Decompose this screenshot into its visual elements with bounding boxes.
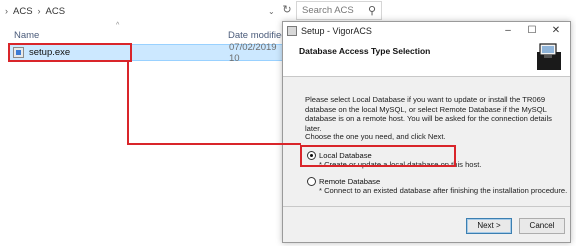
close-icon[interactable]: ✕: [544, 22, 568, 39]
chevron-right-icon: ›: [5, 6, 8, 16]
chevron-right-icon: ›: [37, 6, 41, 16]
description-text: Please select Local Database if you want…: [305, 95, 552, 133]
search-icon: ⚲: [367, 5, 376, 17]
connector-line: [127, 143, 301, 145]
refresh-icon[interactable]: ↻: [280, 3, 294, 17]
setup-app-icon: [287, 25, 297, 36]
highlight-box-file: [8, 43, 132, 62]
page-title: Database Access Type Selection: [299, 46, 431, 56]
search-placeholder: Search ACS: [302, 5, 354, 16]
highlight-box-local-database: [300, 145, 456, 167]
column-header-name[interactable]: Name: [14, 30, 39, 44]
dialog-title: Setup - VigorACS: [301, 25, 372, 36]
instruction-text: Choose the one you need, and click Next.: [305, 132, 446, 141]
address-bar[interactable]: › ACS › ACS ⌄: [0, 2, 275, 20]
option-remote-database-label[interactable]: Remote Database: [319, 177, 380, 186]
divider: [283, 206, 570, 207]
chevron-down-icon[interactable]: ⌄: [268, 7, 275, 16]
computer-box-icon: [537, 43, 561, 70]
file-date-modified: 07/02/2019 10: [229, 41, 277, 64]
sort-arrow-icon: ^: [116, 22, 120, 29]
search-input[interactable]: Search ACS ⚲: [296, 1, 382, 20]
breadcrumb-item[interactable]: ACS: [46, 6, 66, 17]
maximize-icon[interactable]: ☐: [520, 22, 544, 39]
minimize-icon[interactable]: –: [496, 22, 520, 39]
cancel-button[interactable]: Cancel: [519, 218, 565, 234]
next-button[interactable]: Next >: [466, 218, 512, 234]
radio-remote-database[interactable]: [307, 177, 316, 186]
dialog-header: Database Access Type Selection: [283, 39, 570, 77]
breadcrumb-item[interactable]: ACS: [13, 6, 33, 17]
option-remote-database-detail: * Connect to an existed database after f…: [319, 186, 568, 195]
setup-dialog: Setup - VigorACS – ☐ ✕ Database Access T…: [282, 21, 571, 243]
connector-line: [127, 62, 129, 144]
